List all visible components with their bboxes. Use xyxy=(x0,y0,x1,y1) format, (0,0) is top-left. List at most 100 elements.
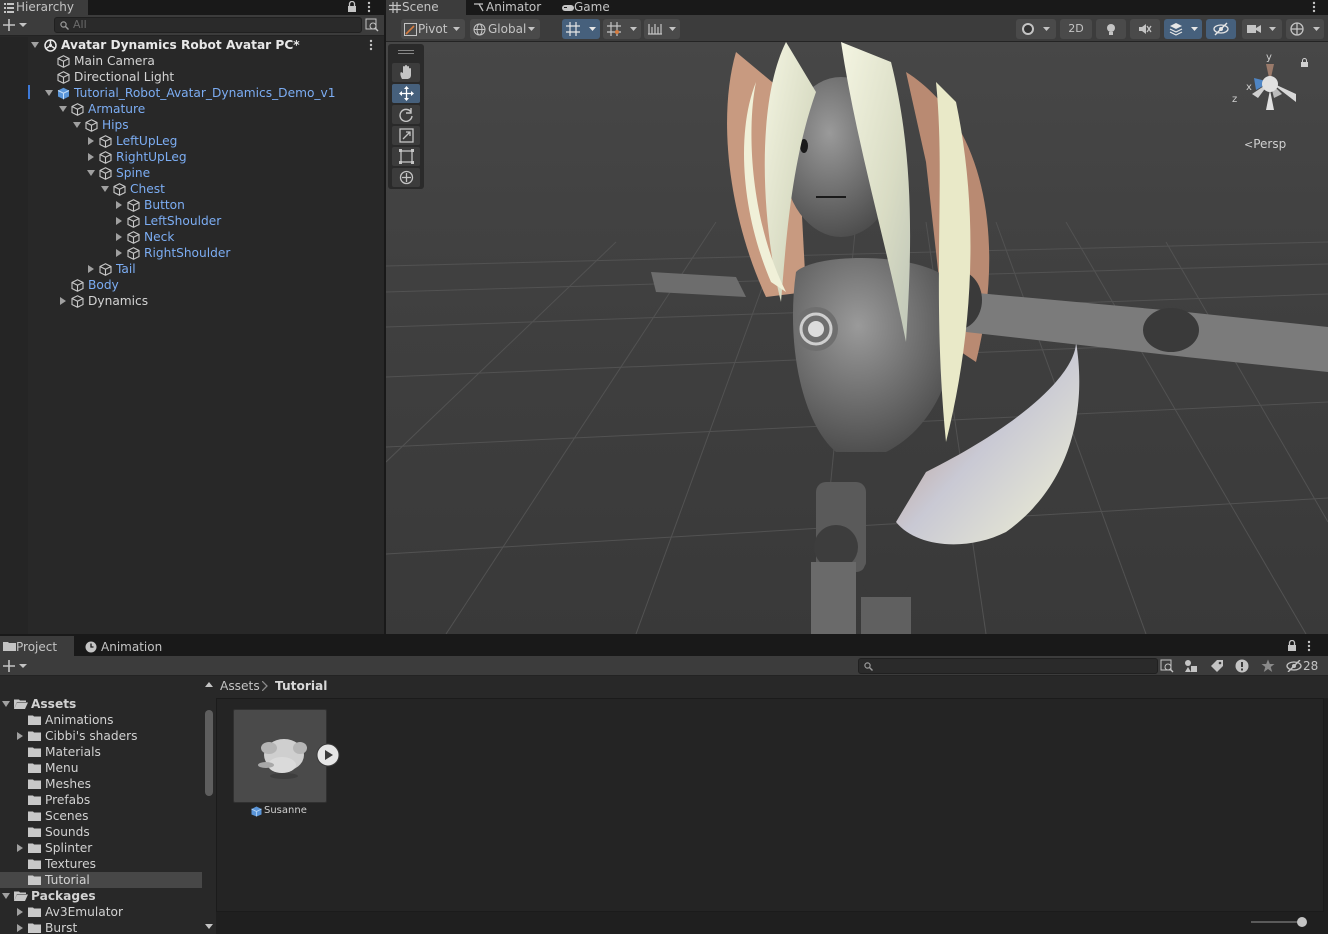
hierarchy-item-tutorial-robot-avatar-dynamics-demo-v1[interactable]: Tutorial_Robot_Avatar_Dynamics_Demo_v1 xyxy=(0,85,384,101)
project-folder-textures[interactable]: Textures xyxy=(0,856,202,872)
collapse-arrow-icon[interactable] xyxy=(87,137,95,145)
scene-kebab-icon[interactable] xyxy=(369,39,373,51)
grid-snapping-toggle[interactable] xyxy=(562,19,600,39)
expand-arrow-icon[interactable] xyxy=(45,89,53,97)
hierarchy-item-chest[interactable]: Chest xyxy=(0,181,384,197)
hierarchy-item-armature[interactable]: Armature xyxy=(0,101,384,117)
scene-search-icon[interactable] xyxy=(365,18,379,32)
move-tool-button[interactable] xyxy=(392,84,420,103)
collapse-arrow-icon[interactable] xyxy=(115,217,123,225)
project-folder-menu[interactable]: Menu xyxy=(0,760,202,776)
collapse-arrow-icon[interactable] xyxy=(115,249,123,257)
collapse-arrow-icon[interactable] xyxy=(59,297,67,305)
collapse-arrow-icon[interactable] xyxy=(16,924,24,932)
scene-kebab-icon[interactable] xyxy=(1312,1,1316,13)
asset-tile-susanne[interactable] xyxy=(233,709,327,803)
expand-arrow-icon[interactable] xyxy=(73,121,81,129)
hierarchy-item-body[interactable]: Body xyxy=(0,277,384,293)
effects-dropdown[interactable] xyxy=(1164,19,1202,39)
collapse-arrow-icon[interactable] xyxy=(16,844,24,852)
zoom-slider-track[interactable] xyxy=(1251,921,1301,923)
play-preview-icon[interactable] xyxy=(316,743,340,767)
incremental-snap-dropdown[interactable] xyxy=(644,19,680,39)
project-search-input[interactable] xyxy=(858,658,1158,674)
project-folder-splinter[interactable]: Splinter xyxy=(0,840,202,856)
project-folder-assets[interactable]: Assets xyxy=(0,696,202,712)
hierarchy-item-rightshoulder[interactable]: RightShoulder xyxy=(0,245,384,261)
draw-mode-dropdown[interactable] xyxy=(1016,19,1056,39)
favorites-star-icon[interactable] xyxy=(1261,659,1275,673)
project-folder-prefabs[interactable]: Prefabs xyxy=(0,792,202,808)
hierarchy-item-dynamics[interactable]: Dynamics xyxy=(0,293,384,309)
gizmos-dropdown[interactable] xyxy=(1286,19,1324,39)
project-folder-scenes[interactable]: Scenes xyxy=(0,808,202,824)
expand-arrow-icon[interactable] xyxy=(2,892,10,900)
hierarchy-item-hips[interactable]: Hips xyxy=(0,117,384,133)
breadcrumb-assets[interactable]: Assets xyxy=(220,679,260,693)
kebab-menu-icon[interactable] xyxy=(1307,640,1311,652)
project-folder-av3emulator[interactable]: Av3Emulator xyxy=(0,904,202,920)
2d-mode-toggle[interactable]: 2D xyxy=(1060,19,1092,39)
project-folder-sounds[interactable]: Sounds xyxy=(0,824,202,840)
add-asset-button[interactable] xyxy=(3,659,29,673)
search-by-scene-icon[interactable] xyxy=(1160,659,1174,673)
orientation-gizmo[interactable]: y x z xyxy=(1224,50,1324,120)
collapse-arrow-icon[interactable] xyxy=(115,233,123,241)
camera-dropdown[interactable] xyxy=(1242,19,1282,39)
project-folder-cibbi-s-shaders[interactable]: Cibbi's shaders xyxy=(0,728,202,744)
transform-tool-button[interactable] xyxy=(392,168,420,187)
scale-tool-button[interactable] xyxy=(392,126,420,145)
hierarchy-item-rightupleg[interactable]: RightUpLeg xyxy=(0,149,384,165)
project-folder-animations[interactable]: Animations xyxy=(0,712,202,728)
collapse-arrow-icon[interactable] xyxy=(87,153,95,161)
hierarchy-search-input[interactable]: All xyxy=(54,17,362,33)
rect-tool-button[interactable] xyxy=(392,147,420,166)
scene-viewport[interactable] xyxy=(386,42,1328,634)
hierarchy-item-neck[interactable]: Neck xyxy=(0,229,384,245)
snap-increment-dropdown[interactable] xyxy=(603,19,641,39)
rotate-tool-button[interactable] xyxy=(392,105,420,124)
log-types-icon[interactable] xyxy=(1235,659,1249,673)
hand-tool-button[interactable] xyxy=(392,63,420,82)
tab-hierarchy[interactable]: Hierarchy xyxy=(0,0,88,15)
expand-arrow-icon[interactable] xyxy=(59,105,67,113)
expand-arrow-icon[interactable] xyxy=(87,169,95,177)
scroll-up-arrow-icon[interactable] xyxy=(205,682,213,687)
tab-animation[interactable]: Animation xyxy=(82,636,172,656)
tab-scene[interactable]: Scene xyxy=(386,0,466,15)
expand-arrow-icon[interactable] xyxy=(31,41,39,49)
collapse-arrow-icon[interactable] xyxy=(16,908,24,916)
audio-toggle[interactable] xyxy=(1130,19,1160,39)
folder-tree-scrollbar[interactable] xyxy=(202,676,216,934)
hierarchy-item-tail[interactable]: Tail xyxy=(0,261,384,277)
global-dropdown[interactable]: Global xyxy=(470,19,540,39)
zoom-slider-thumb[interactable] xyxy=(1297,917,1307,927)
projection-toggle[interactable]: <Persp xyxy=(1244,137,1286,151)
collapse-arrow-icon[interactable] xyxy=(16,732,24,740)
breadcrumb-tutorial[interactable]: Tutorial xyxy=(275,679,327,693)
lock-icon[interactable] xyxy=(347,1,357,13)
kebab-menu-icon[interactable] xyxy=(367,1,371,13)
project-folder-packages[interactable]: Packages xyxy=(0,888,202,904)
hierarchy-item-spine[interactable]: Spine xyxy=(0,165,384,181)
collapse-arrow-icon[interactable] xyxy=(87,265,95,273)
hierarchy-item-main-camera[interactable]: Main Camera xyxy=(0,53,384,69)
hierarchy-item-leftshoulder[interactable]: LeftShoulder xyxy=(0,213,384,229)
collapse-arrow-icon[interactable] xyxy=(115,201,123,209)
project-folder-tutorial[interactable]: Tutorial xyxy=(0,872,202,888)
project-folder-materials[interactable]: Materials xyxy=(0,744,202,760)
hierarchy-item-button[interactable]: Button xyxy=(0,197,384,213)
pivot-dropdown[interactable]: Pivot xyxy=(401,19,465,39)
project-folder-burst[interactable]: Burst xyxy=(0,920,202,934)
expand-arrow-icon[interactable] xyxy=(101,185,109,193)
hidden-packages-toggle[interactable]: 28 xyxy=(1286,658,1322,674)
hierarchy-item-directional-light[interactable]: Directional Light xyxy=(0,69,384,85)
hierarchy-item-leftupleg[interactable]: LeftUpLeg xyxy=(0,133,384,149)
gizmo-lock-icon[interactable] xyxy=(1300,58,1309,68)
tab-animator[interactable]: Animator xyxy=(470,0,556,15)
expand-arrow-icon[interactable] xyxy=(2,700,10,708)
scrollbar-thumb[interactable] xyxy=(205,710,213,796)
scroll-down-arrow-icon[interactable] xyxy=(205,924,213,929)
drag-handle[interactable] xyxy=(398,50,414,51)
lock-icon[interactable] xyxy=(1287,640,1297,652)
